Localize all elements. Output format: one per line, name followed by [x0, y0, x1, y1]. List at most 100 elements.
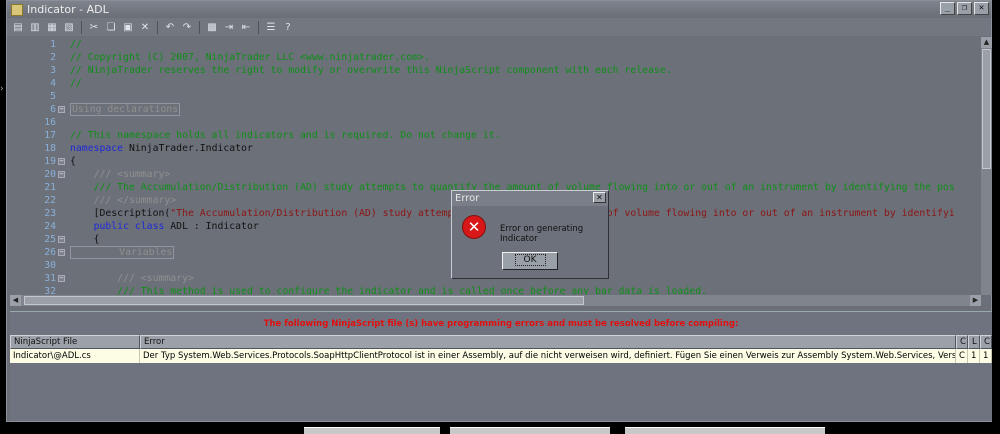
- code-token: /// <summary>: [70, 273, 194, 284]
- collapse-toggle-icon[interactable]: −: [58, 275, 65, 282]
- indicator-file-icon: [11, 3, 23, 16]
- code-token: //: [70, 39, 82, 50]
- code-line[interactable]: 19−{: [10, 155, 981, 168]
- horizontal-scroll-thumb[interactable]: [24, 296, 584, 305]
- restore-button[interactable]: ❐: [957, 2, 972, 15]
- code-line[interactable]: 4 //: [10, 77, 981, 90]
- code-line[interactable]: 5: [10, 90, 981, 103]
- column-header-column[interactable]: C: [980, 335, 992, 349]
- toolbar-separator: [258, 20, 259, 34]
- collapse-toggle-icon[interactable]: −: [58, 106, 65, 113]
- code-text: // This namespace holds all indicators a…: [70, 129, 501, 142]
- line-number: 32: [44, 286, 56, 295]
- code-token: // Copyright (C) 2007, NinjaTrader LLC <…: [70, 52, 430, 63]
- toolbar-separator: [157, 20, 158, 34]
- line-number: 5: [50, 91, 56, 102]
- code-line[interactable]: 20− /// <summary>: [10, 168, 981, 181]
- code-text: Variables: [70, 246, 175, 259]
- error-icon: ✕: [462, 215, 486, 239]
- line-number: 31: [44, 273, 56, 284]
- editor-horizontal-scrollbar[interactable]: ◀ ▶: [10, 295, 981, 306]
- scroll-left-arrow-icon[interactable]: ◀: [10, 295, 21, 306]
- code-line[interactable]: 32 /// This method is used to configure …: [10, 285, 981, 295]
- help-icon[interactable]: ?: [281, 21, 295, 34]
- code-text: /// <summary>: [70, 272, 194, 285]
- line-number: 24: [44, 221, 56, 232]
- code-line[interactable]: 18 namespace NinjaTrader.Indicator: [10, 142, 981, 155]
- code-text: public class ADL : Indicator: [70, 220, 259, 233]
- code-line[interactable]: 1 //: [10, 38, 981, 51]
- line-number: 3: [50, 65, 56, 76]
- code-token: [Description(: [70, 208, 171, 219]
- collapse-toggle-icon[interactable]: −: [58, 171, 65, 178]
- line-number: 1: [50, 39, 56, 50]
- line-number: 2: [50, 52, 56, 63]
- code-text: // NinjaTrader reserves the right to mod…: [70, 64, 672, 77]
- toolbar-separator: [81, 20, 82, 34]
- ok-button[interactable]: OK: [502, 252, 558, 270]
- column-header-error[interactable]: Error: [140, 335, 956, 349]
- code-text: namespace NinjaTrader.Indicator: [70, 142, 253, 155]
- dialog-title: Error: [455, 193, 480, 204]
- outdent-icon[interactable]: ⇤: [239, 21, 253, 34]
- errors-grid-header: NinjaScript File Error C L C: [10, 335, 992, 349]
- paste-icon[interactable]: ▣: [121, 21, 135, 34]
- code-line[interactable]: 6− Using declarations: [10, 103, 981, 116]
- errors-heading: The following NinjaScript file (s) have …: [263, 319, 739, 329]
- redo-icon[interactable]: ↷: [180, 21, 194, 34]
- editor-vertical-scrollbar[interactable]: ▲: [981, 37, 992, 295]
- collapse-toggle-icon[interactable]: −: [58, 236, 65, 243]
- ok-button-label: OK: [514, 254, 546, 266]
- minimize-button[interactable]: _: [940, 2, 955, 15]
- error-column-cell: 1: [980, 349, 992, 363]
- copy-icon[interactable]: ❏: [104, 21, 118, 34]
- line-number: 20: [44, 169, 56, 180]
- column-header-code[interactable]: C: [956, 335, 968, 349]
- print-preview-icon[interactable]: ▦: [45, 21, 59, 34]
- dialog-message: Error on generating Indicator: [500, 224, 584, 244]
- comment-icon[interactable]: ☰: [264, 21, 278, 34]
- line-number: 30: [44, 260, 56, 271]
- vertical-scroll-thumb[interactable]: [982, 49, 991, 169]
- table-row[interactable]: Indicator\@ADL.cs Der Typ System.Web.Ser…: [10, 349, 992, 363]
- properties-icon[interactable]: ▧: [62, 21, 76, 34]
- code-text: //: [70, 77, 82, 90]
- code-token: /// <summary>: [70, 169, 171, 180]
- save-icon[interactable]: ▤: [11, 21, 25, 34]
- code-token: Using declarations: [70, 103, 181, 116]
- editor-toolbar: ▤ ▥ ▦ ▧ ✂ ❏ ▣ ✕ ↶ ↷ ▩ ⇥ ⇤ ☰ ?: [7, 18, 991, 36]
- code-line[interactable]: 2 // Copyright (C) 2007, NinjaTrader LLC …: [10, 51, 981, 64]
- code-line[interactable]: 3 // NinjaTrader reserves the right to mo…: [10, 64, 981, 77]
- code-token: // NinjaTrader reserves the right to mod…: [70, 65, 672, 76]
- indent-icon[interactable]: ⇥: [222, 21, 236, 34]
- column-header-file[interactable]: NinjaScript File: [10, 335, 140, 349]
- collapse-toggle-icon[interactable]: −: [58, 158, 65, 165]
- taskbar-item[interactable]: [450, 427, 610, 434]
- cut-icon[interactable]: ✂: [87, 21, 101, 34]
- scroll-right-arrow-icon[interactable]: ▶: [970, 295, 981, 306]
- print-icon[interactable]: ▥: [28, 21, 42, 34]
- collapse-toggle-icon[interactable]: −: [58, 249, 65, 256]
- code-line[interactable]: 16: [10, 116, 981, 129]
- close-button[interactable]: ✕: [974, 2, 989, 15]
- code-text: // Copyright (C) 2007, NinjaTrader LLC <…: [70, 51, 430, 64]
- line-number: 26: [44, 247, 56, 258]
- code-token: // This namespace holds all indicators a…: [70, 130, 501, 141]
- line-number: 18: [44, 143, 56, 154]
- scroll-up-arrow-icon[interactable]: ▲: [981, 37, 992, 48]
- delete-icon[interactable]: ✕: [138, 21, 152, 34]
- taskbar-item[interactable]: [625, 427, 825, 434]
- line-number: 6: [50, 104, 56, 115]
- code-token: ADL : Indicator: [164, 221, 259, 232]
- code-text: /// </summary>: [70, 194, 177, 207]
- line-number: 21: [44, 182, 56, 193]
- find-icon[interactable]: ▩: [205, 21, 219, 34]
- dialog-close-button[interactable]: ✕: [593, 192, 606, 203]
- title-bar: Indicator - ADL _ ❐ ✕: [7, 1, 991, 18]
- column-header-line[interactable]: L: [968, 335, 980, 349]
- taskbar-item[interactable]: [304, 427, 440, 434]
- code-token: {: [70, 234, 100, 245]
- error-dialog: Error ✕ ✕ Error on generating Indicator …: [451, 190, 609, 279]
- undo-icon[interactable]: ↶: [163, 21, 177, 34]
- code-line[interactable]: 17 // This namespace holds all indicators…: [10, 129, 981, 142]
